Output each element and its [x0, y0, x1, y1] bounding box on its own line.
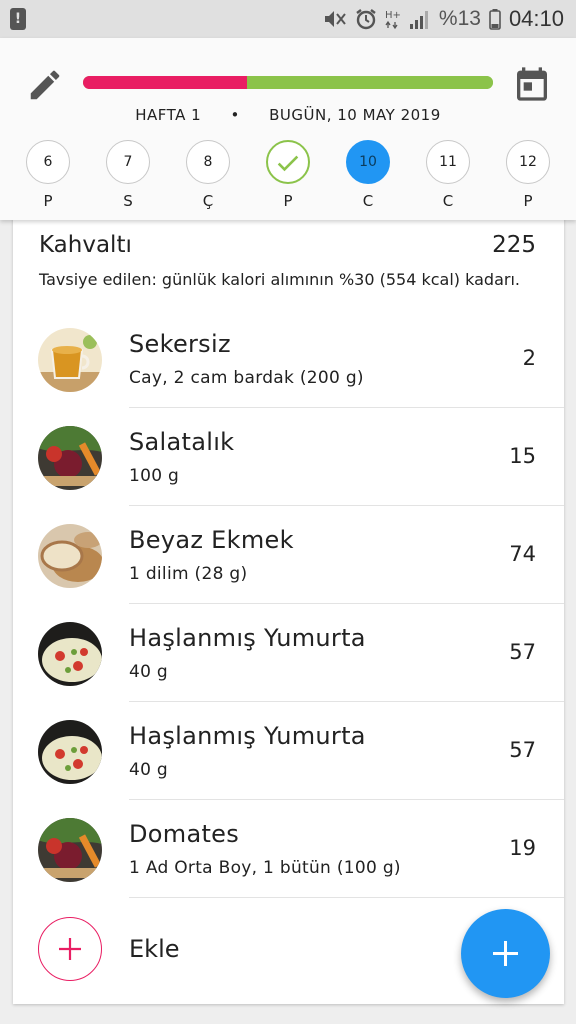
food-item[interactable]: Domates 1 Ad Orta Boy, 1 bütün (100 g) 1… [13, 800, 564, 898]
progress-consumed [83, 76, 247, 89]
tea-thumbnail [38, 328, 102, 392]
food-name: Salatalık [129, 428, 235, 456]
food-item[interactable]: Beyaz Ekmek 1 dilim (28 g) 74 [13, 506, 564, 604]
food-portion: 100 g [129, 466, 180, 486]
day-number: 12 [506, 140, 550, 184]
week-label: HAFTA 1 [135, 106, 202, 124]
calendar-icon [517, 67, 547, 101]
food-kcal: 15 [509, 444, 536, 468]
checkmark-icon [277, 155, 299, 172]
add-food-button[interactable] [38, 917, 102, 981]
alert-icon: ! [10, 8, 26, 30]
vegetables-thumbnail [38, 426, 102, 490]
diary-header: HAFTA 1 • BUGÜN, 10 MAY 2019 6 P 7 S 8 Ç… [0, 38, 576, 220]
food-portion: 1 Ad Orta Boy, 1 bütün (100 g) [129, 858, 401, 878]
day-number: 8 [186, 140, 230, 184]
food-name: Haşlanmış Yumurta [129, 624, 366, 652]
day-letter: S [123, 192, 133, 210]
svg-text:H+: H+ [385, 10, 401, 21]
clock-time: 04:10 [508, 6, 564, 31]
battery-icon [489, 8, 501, 30]
progress-remaining [247, 76, 493, 89]
food-item[interactable]: Haşlanmış Yumurta 40 g 57 [13, 702, 564, 800]
day-number: 11 [426, 140, 470, 184]
alarm-icon [355, 8, 377, 30]
pencil-icon [30, 70, 60, 100]
breakfast-card: Kahvaltı 225 Tavsiye edilen: günlük kalo… [13, 214, 564, 1004]
food-item[interactable]: Haşlanmış Yumurta 40 g 57 [13, 604, 564, 702]
add-food-label: Ekle [129, 935, 180, 963]
food-kcal: 2 [522, 346, 536, 370]
day-6[interactable]: 6 P [18, 140, 78, 210]
food-portion: Cay, 2 cam bardak (200 g) [129, 368, 364, 388]
egg-dish-thumbnail [38, 720, 102, 784]
day-number: 6 [26, 140, 70, 184]
egg-dish-thumbnail [38, 622, 102, 686]
food-kcal: 57 [509, 738, 536, 762]
calendar-button[interactable] [512, 64, 552, 104]
food-kcal: 74 [509, 542, 536, 566]
status-bar: ! H+ %13 04:10 [0, 0, 576, 38]
food-portion: 1 dilim (28 g) [129, 564, 248, 584]
edit-button[interactable] [26, 66, 64, 104]
date-label: BUGÜN, 10 MAY 2019 [269, 106, 441, 124]
food-name: Beyaz Ekmek [129, 526, 294, 554]
day-letter: P [43, 192, 53, 210]
day-number: 7 [106, 140, 150, 184]
add-fab-button[interactable] [461, 909, 550, 998]
day-10-today[interactable]: 10 C [338, 140, 398, 210]
battery-percent: %13 [438, 7, 481, 30]
bread-thumbnail [38, 524, 102, 588]
food-portion: 40 g [129, 662, 169, 682]
day-letter: P [523, 192, 533, 210]
separator-dot: • [230, 106, 240, 124]
day-number: 10 [346, 140, 390, 184]
food-name: Haşlanmış Yumurta [129, 722, 366, 750]
mute-icon [323, 8, 347, 30]
week-date-line: HAFTA 1 • BUGÜN, 10 MAY 2019 [0, 106, 576, 124]
day-12[interactable]: 12 P [498, 140, 558, 210]
meal-recommendation: Tavsiye edilen: günlük kalori alımının %… [39, 270, 520, 289]
day-complete-circle [266, 140, 310, 184]
calorie-progress-bar [83, 76, 493, 89]
food-portion: 40 g [129, 760, 169, 780]
food-name: Sekersiz [129, 330, 231, 358]
day-11[interactable]: 11 C [418, 140, 478, 210]
food-item[interactable]: Sekersiz Cay, 2 cam bardak (200 g) 2 [13, 310, 564, 408]
day-letter: C [442, 192, 454, 210]
day-letter: Ç [202, 192, 214, 210]
food-kcal: 19 [509, 836, 536, 860]
day-7[interactable]: 7 S [98, 140, 158, 210]
meal-total-kcal: 225 [492, 232, 536, 258]
vegetables-thumbnail [38, 818, 102, 882]
food-kcal: 57 [509, 640, 536, 664]
meal-title: Kahvaltı [39, 232, 132, 258]
day-letter: C [362, 192, 374, 210]
signal-icon [409, 8, 431, 30]
hplus-icon: H+ [385, 8, 401, 30]
plus-icon [59, 938, 81, 960]
food-name: Domates [129, 820, 240, 848]
day-selector: 6 P 7 S 8 Ç P 10 C 11 C 12 P [0, 140, 576, 220]
status-icons: H+ %13 04:10 [323, 6, 564, 32]
day-9-completed[interactable]: P [258, 140, 318, 210]
food-item[interactable]: Salatalık 100 g 15 [13, 408, 564, 506]
divider [129, 897, 564, 898]
day-letter: P [283, 192, 293, 210]
day-8[interactable]: 8 Ç [178, 140, 238, 210]
plus-icon [493, 941, 518, 966]
